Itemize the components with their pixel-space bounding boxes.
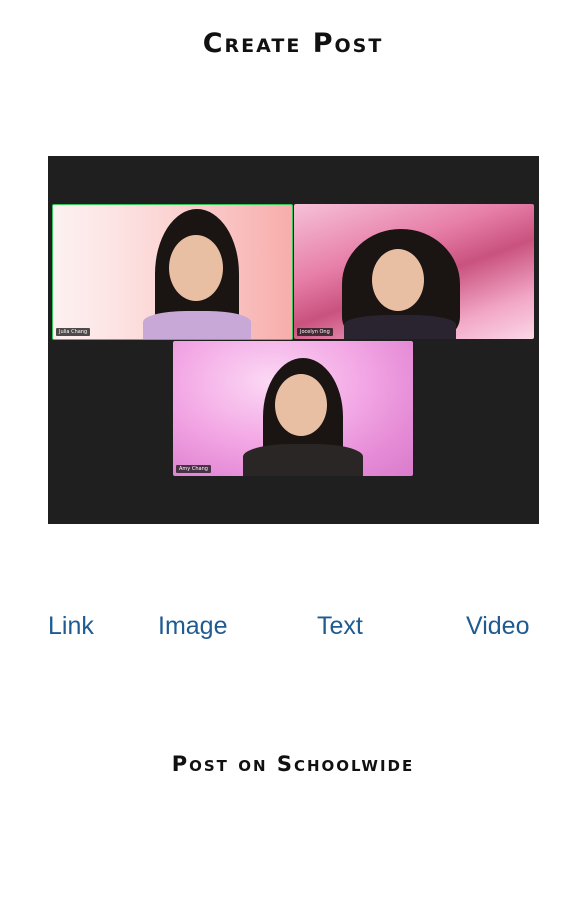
participant-name-tag: Julia Chang (56, 328, 91, 336)
page-title: Create Post (202, 28, 384, 59)
post-on-schoolwide-button[interactable]: Post on Schoolwide (0, 752, 586, 776)
video-tile-participant-2: Jocelyn Ong (294, 204, 534, 339)
create-post-screen: Create Post Julia Chang Jocelyn Ong Amy … (0, 0, 586, 920)
participant-name-tag: Amy Chang (176, 465, 211, 473)
tab-text[interactable]: Text (317, 612, 363, 641)
tab-video[interactable]: Video (466, 612, 530, 641)
video-tile-participant-1: Julia Chang (52, 204, 293, 340)
post-type-tabs: Link Image Text Video (0, 612, 586, 644)
participant-3-figure (243, 358, 363, 476)
video-tile-participant-3: Amy Chang (173, 341, 413, 476)
tab-image[interactable]: Image (158, 612, 227, 641)
participant-1-figure (143, 205, 253, 339)
participant-2-figure (334, 229, 464, 339)
tab-link[interactable]: Link (48, 612, 94, 641)
participant-name-tag: Jocelyn Ong (297, 328, 333, 336)
attached-image-preview[interactable]: Julia Chang Jocelyn Ong Amy Chang (48, 156, 539, 524)
